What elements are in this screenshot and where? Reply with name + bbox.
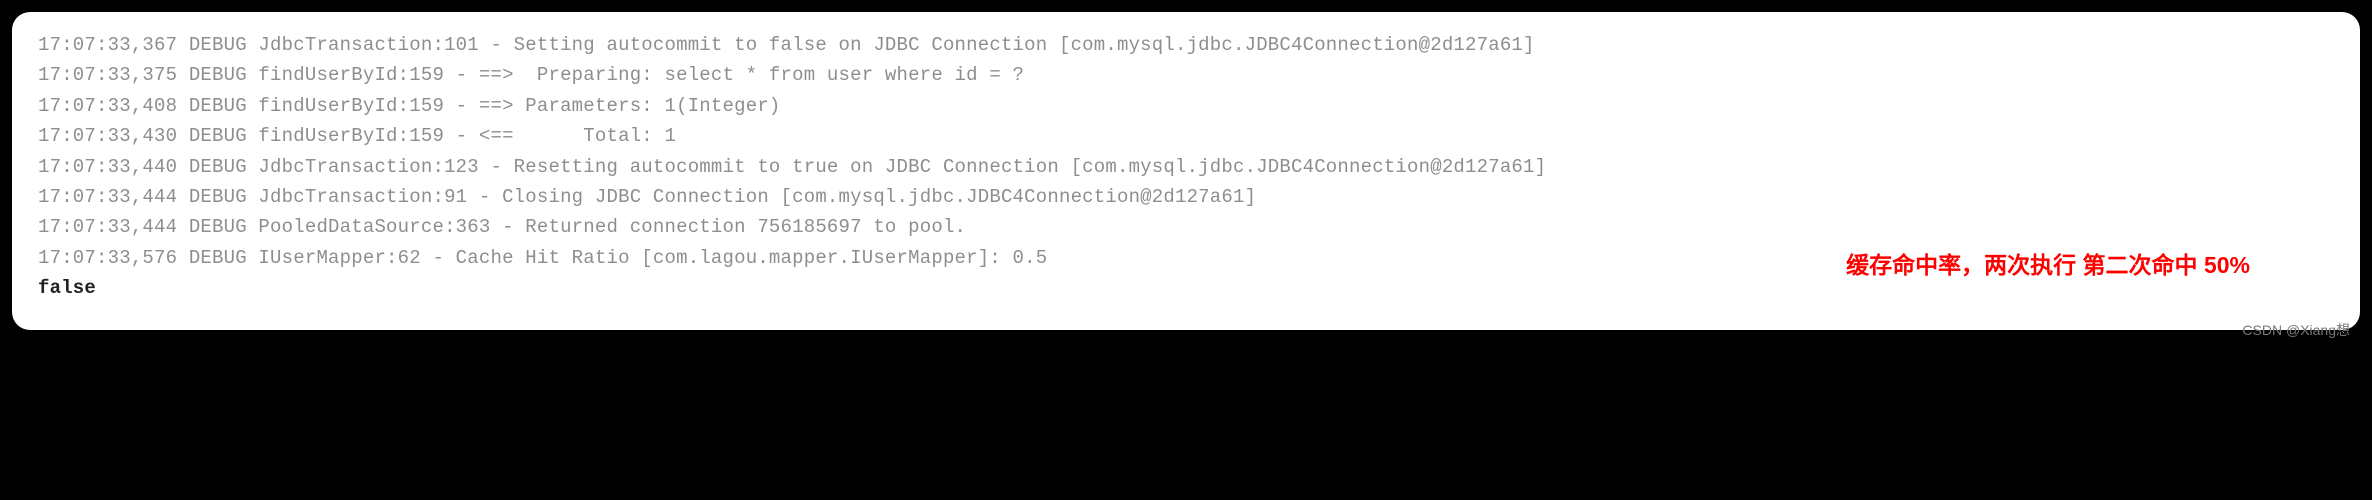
log-line: 17:07:33,444 DEBUG PooledDataSource:363 …: [38, 212, 2334, 242]
log-lines-container: 17:07:33,367 DEBUG JdbcTransaction:101 -…: [38, 30, 2334, 273]
result-value: false: [38, 277, 96, 299]
log-line: 17:07:33,444 DEBUG JdbcTransaction:91 - …: [38, 182, 2334, 212]
log-line: 17:07:33,408 DEBUG findUserById:159 - ==…: [38, 91, 2334, 121]
log-line: 17:07:33,430 DEBUG findUserById:159 - <=…: [38, 121, 2334, 151]
console-output: 17:07:33,367 DEBUG JdbcTransaction:101 -…: [12, 12, 2360, 330]
watermark-text: CSDN @Xiang想: [2242, 320, 2350, 340]
log-line: 17:07:33,367 DEBUG JdbcTransaction:101 -…: [38, 30, 2334, 60]
log-line: 17:07:33,440 DEBUG JdbcTransaction:123 -…: [38, 152, 2334, 182]
annotation-text: 缓存命中率，两次执行 第二次命中 50%: [1846, 246, 2250, 280]
log-line: 17:07:33,375 DEBUG findUserById:159 - ==…: [38, 60, 2334, 90]
